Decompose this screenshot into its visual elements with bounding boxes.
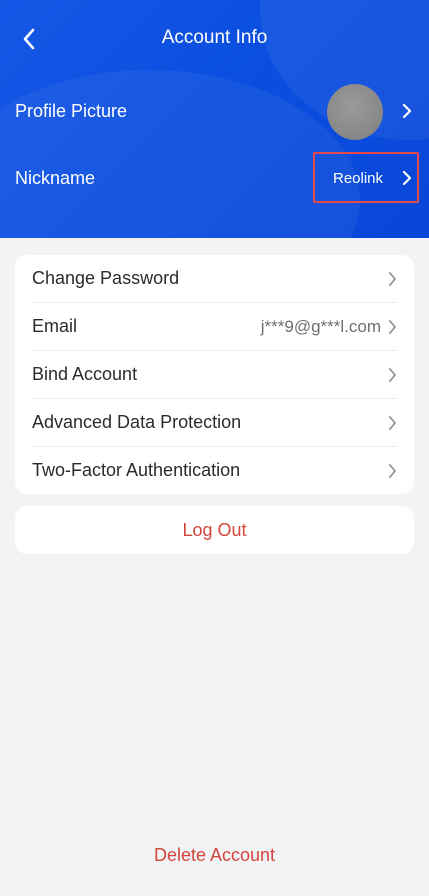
row-label: Email: [32, 316, 78, 336]
two-factor-authentication-row[interactable]: Two-Factor Authentication: [15, 447, 414, 494]
profile-picture-row[interactable]: Profile Picture: [0, 80, 429, 144]
row-label: Advanced Data Protection: [32, 412, 242, 432]
bind-account-row[interactable]: Bind Account: [15, 351, 414, 398]
email-row[interactable]: Email j***9@g***l.com: [15, 303, 414, 350]
nickname-value: Reolink: [333, 170, 384, 187]
advanced-data-protection-row[interactable]: Advanced Data Protection: [15, 399, 414, 446]
chevron-right-icon: [402, 104, 412, 118]
profile-picture-label: Profile Picture: [15, 101, 128, 121]
chevron-right-icon: [402, 171, 412, 185]
logout-button[interactable]: Log Out: [15, 506, 414, 554]
chevron-right-icon: [385, 415, 397, 430]
row-label: Bind Account: [32, 364, 138, 384]
account-header: Account Info Profile Picture Nickname Re…: [0, 0, 429, 238]
chevron-right-icon: [385, 463, 397, 478]
row-label: Change Password: [32, 268, 180, 288]
logout-card: Log Out: [15, 506, 414, 554]
nickname-label: Nickname: [15, 168, 96, 188]
chevron-right-icon: [385, 319, 397, 334]
avatar: [327, 84, 383, 140]
email-value: j***9@g***l.com: [260, 316, 381, 336]
chevron-right-icon: [385, 367, 397, 382]
account-settings-card: Change Password Email j***9@g***l.com Bi…: [15, 255, 414, 494]
chevron-right-icon: [385, 271, 397, 286]
change-password-row[interactable]: Change Password: [15, 255, 414, 302]
row-label: Two-Factor Authentication: [32, 460, 241, 480]
delete-account-button[interactable]: Delete Account: [0, 845, 429, 866]
page-title: Account Info: [161, 27, 268, 48]
